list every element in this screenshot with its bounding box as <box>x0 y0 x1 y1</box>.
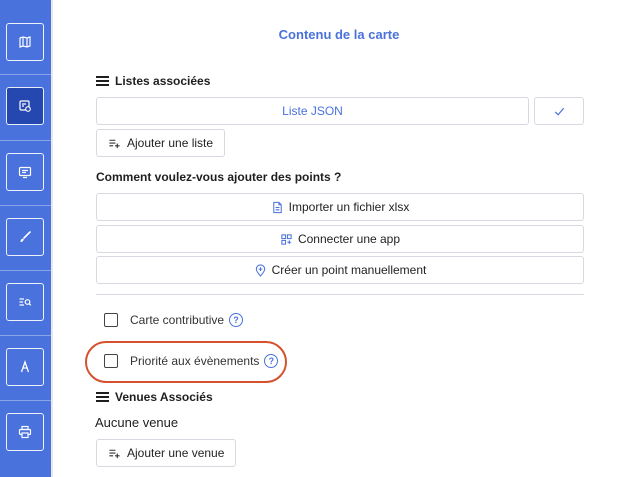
list-icon <box>96 390 109 404</box>
search-list-icon <box>19 298 32 306</box>
sidebar-item-print[interactable] <box>6 413 44 451</box>
sidebar-item-card-content[interactable] <box>6 87 44 125</box>
sidebar-separator <box>0 335 51 336</box>
events-priority-label: Priorité aux évènements <box>130 354 260 368</box>
lists-section-heading: Listes associées <box>96 74 210 88</box>
venues-heading-label: Venues Associés <box>115 390 213 404</box>
no-venue-text: Aucune venue <box>95 415 179 430</box>
contributive-option: Carte contributive ? <box>104 313 244 327</box>
events-priority-checkbox[interactable] <box>104 354 118 368</box>
card-content-icon <box>19 100 31 112</box>
help-icon[interactable]: ? <box>264 354 279 368</box>
playlist-add-icon <box>109 139 120 148</box>
apps-icon <box>281 233 292 245</box>
sidebar-separator <box>0 270 51 271</box>
sidebar-separator <box>0 205 51 206</box>
create-point-label: Créer un point manuellement <box>271 263 427 277</box>
sidebar <box>0 0 51 477</box>
contributive-label: Carte contributive <box>130 313 225 327</box>
brush-icon <box>20 231 31 242</box>
help-icon[interactable]: ? <box>229 313 244 327</box>
print-icon <box>18 425 32 439</box>
playlist-add-icon <box>109 449 120 458</box>
section-divider <box>96 294 584 295</box>
file-icon <box>272 201 282 213</box>
connect-app-button[interactable]: Connecter une app <box>96 225 584 253</box>
events-priority-option: Priorité aux évènements ? <box>104 354 279 368</box>
add-location-icon <box>255 263 265 277</box>
confirm-list-button[interactable] <box>534 97 584 125</box>
add-list-button[interactable]: Ajouter une liste <box>96 129 226 157</box>
import-xlsx-button[interactable]: Importer un fichier xlsx <box>96 193 584 221</box>
check-icon <box>554 107 564 116</box>
sidebar-item-display[interactable] <box>6 153 44 191</box>
add-venue-button[interactable]: Ajouter une venue <box>96 439 237 467</box>
selected-list-field[interactable]: Liste JSON <box>96 97 529 125</box>
sidebar-item-style[interactable] <box>6 218 44 256</box>
contributive-checkbox[interactable] <box>104 313 118 327</box>
add-list-label: Ajouter une liste <box>127 136 214 150</box>
text-style-icon <box>20 360 30 373</box>
panel-gutter <box>51 0 53 477</box>
sidebar-separator <box>0 74 51 75</box>
connect-app-label: Connecter une app <box>297 232 401 246</box>
sidebar-separator <box>0 140 51 141</box>
sidebar-item-text[interactable] <box>6 348 44 386</box>
points-question: Comment voulez-vous ajouter des points ? <box>96 170 342 184</box>
sidebar-item-search[interactable] <box>6 283 44 321</box>
display-icon <box>18 166 32 179</box>
import-xlsx-label: Importer un fichier xlsx <box>288 200 410 214</box>
sidebar-separator <box>0 400 51 401</box>
venues-section-heading: Venues Associés <box>96 390 213 404</box>
list-icon <box>96 74 109 88</box>
page-title: Contenu de la carte <box>278 27 400 42</box>
create-point-button[interactable]: Créer un point manuellement <box>96 256 584 284</box>
add-venue-label: Ajouter une venue <box>127 446 225 460</box>
lists-heading-label: Listes associées <box>115 74 211 88</box>
